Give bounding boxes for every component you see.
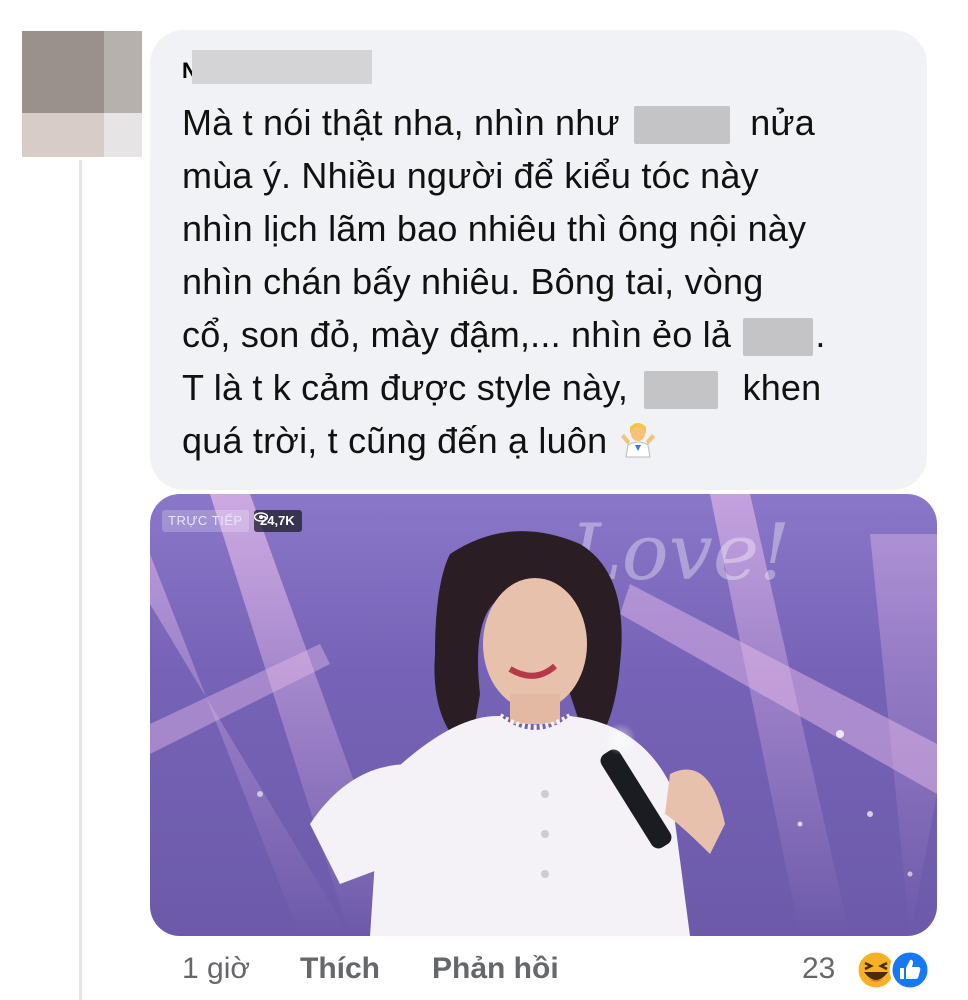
reaction-count[interactable]: 23 — [802, 952, 835, 986]
eye-icon — [254, 512, 268, 522]
comment-line: Mà t nói thật nha, nhìn như nửa — [182, 102, 815, 145]
redacted-text — [644, 371, 719, 410]
redacted-text — [634, 106, 730, 145]
stage-photo-illustration: Love! — [150, 494, 937, 936]
reply-button[interactable]: Phản hồi — [432, 952, 559, 986]
haha-reaction-icon — [855, 949, 897, 991]
like-reaction-icon — [889, 949, 931, 991]
comment-text: Mà t nói thật nha, nhìn như nửa mùa ý. N… — [182, 96, 922, 467]
comment-line: cổ, son đỏ, mày đậm,... nhìn ẻo lả . — [182, 314, 826, 357]
comment-line: nhìn chán bấy nhiêu. Bông tai, vòng — [182, 261, 764, 302]
redacted-text — [743, 318, 814, 357]
comment-line: nhìn lịch lãm bao nhiêu thì ông nội này — [182, 208, 807, 249]
author-name-redacted — [192, 50, 372, 84]
reactions-summary[interactable] — [854, 948, 944, 992]
comment-actions: 1 giờ Thích Phản hồi 23 — [182, 948, 942, 992]
attached-photo[interactable]: Love! TRỰC TIẾP 24,7K — [150, 494, 937, 936]
comment-line: quá trời, t cũng đến ạ luôn — [182, 414, 922, 467]
live-badge: TRỰC TIẾP — [162, 510, 249, 532]
comment-timestamp[interactable]: 1 giờ — [182, 952, 250, 986]
like-button[interactable]: Thích — [300, 952, 380, 986]
comment-line: T là t k cảm được style này, khen — [182, 367, 822, 410]
reply-thread-line — [79, 160, 82, 1000]
viewer-count-badge: 24,7K — [254, 510, 302, 532]
comment-line: mùa ý. Nhiều người để kiểu tóc này — [182, 155, 759, 196]
person-shrugging-emoji — [618, 419, 656, 458]
avatar[interactable] — [22, 31, 142, 157]
